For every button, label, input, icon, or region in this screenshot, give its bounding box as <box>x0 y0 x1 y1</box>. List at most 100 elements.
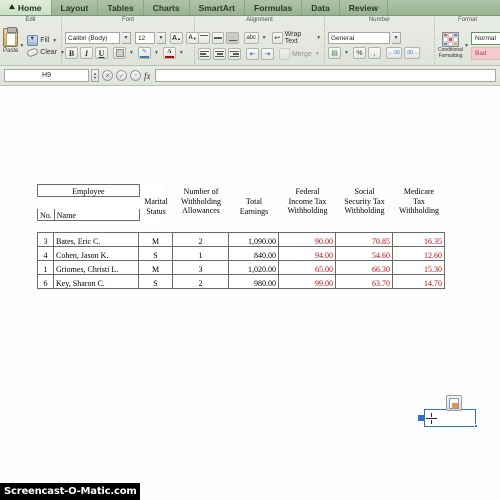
cell-federal[interactable]: 90.00 <box>278 232 336 247</box>
font-size-input[interactable]: 12 <box>135 32 155 44</box>
cell-no[interactable]: 6 <box>37 274 54 289</box>
name-box[interactable]: H9 <box>4 69 89 82</box>
cell-total[interactable]: 840.00 <box>228 246 279 261</box>
function-wizard-icon[interactable]: fx <box>144 71 151 81</box>
paste-button[interactable]: Paste <box>3 27 18 64</box>
cell-no[interactable]: 4 <box>37 246 54 261</box>
cell-marital[interactable]: S <box>138 274 173 289</box>
borders-button[interactable] <box>113 47 126 59</box>
cell-name[interactable]: Key, Sharon C. <box>53 274 139 289</box>
tab-layout[interactable]: Layout <box>52 0 99 15</box>
borders-dropdown-caret[interactable]: ▼ <box>129 50 134 56</box>
conditional-formatting-dropdown-caret[interactable]: ▼ <box>464 43 469 49</box>
tab-formulas[interactable]: Formulas <box>245 0 303 15</box>
cell-name[interactable]: Bates, Eric C. <box>53 232 139 247</box>
cell-no[interactable]: 3 <box>37 232 54 247</box>
font-name-input[interactable]: Calibri (Body) <box>65 32 120 44</box>
cell-total[interactable]: 1,020.00 <box>228 260 279 275</box>
cancel-icon: ✕ <box>104 72 111 80</box>
cell-medicare[interactable]: 14.70 <box>392 274 445 289</box>
cell-allowances[interactable]: 1 <box>172 246 229 261</box>
formula-input[interactable] <box>154 69 496 82</box>
cell-no[interactable]: 1 <box>37 260 54 275</box>
cell-marital[interactable]: S <box>138 246 173 261</box>
paste-options-button[interactable] <box>446 395 462 411</box>
currency-dropdown-caret[interactable]: ▼ <box>344 50 349 56</box>
font-color-button[interactable]: A <box>162 47 176 59</box>
paste-dropdown-caret[interactable]: ▼ <box>19 43 24 49</box>
wrap-text-button[interactable]: ↩ Wrap Text ▼ <box>271 31 321 45</box>
align-right-button[interactable] <box>228 48 241 60</box>
cell-medicare[interactable]: 15.30 <box>392 260 445 275</box>
cell-medicare[interactable]: 12.60 <box>392 246 445 261</box>
font-color-label: A <box>167 48 172 55</box>
cell-total[interactable]: 1,090.00 <box>228 232 279 247</box>
tab-tables[interactable]: Tables <box>98 0 144 15</box>
fill-handle[interactable] <box>474 424 478 428</box>
cell-social[interactable]: 70.85 <box>335 232 393 247</box>
increase-indent-button[interactable]: ⇥ <box>261 48 274 60</box>
align-bottom-button[interactable] <box>226 32 239 44</box>
cell-medicare[interactable]: 16.35 <box>392 232 445 247</box>
fill-dropdown-caret[interactable]: ▼ <box>52 38 57 44</box>
worksheet-area[interactable]: Employee No. Name Marital Status Number … <box>0 87 500 500</box>
cell-marital[interactable]: M <box>138 260 173 275</box>
cell-style-normal[interactable]: Normal <box>470 31 500 45</box>
cell-name[interactable]: Griomes, Christi L. <box>53 260 139 275</box>
comma-button[interactable]: , <box>367 47 381 59</box>
cell-total[interactable]: 980.00 <box>228 274 279 289</box>
font-color-dropdown-caret[interactable]: ▼ <box>179 50 184 56</box>
wrap-text-label: Wrap Text <box>284 31 302 45</box>
bold-button[interactable]: B <box>65 47 78 59</box>
cell-allowances[interactable]: 2 <box>172 232 229 247</box>
cell-allowances[interactable]: 2 <box>172 274 229 289</box>
decrease-decimal-button[interactable]: .00→ <box>403 47 420 59</box>
fill-color-dropdown-caret[interactable]: ▼ <box>154 50 159 56</box>
tab-smartart[interactable]: SmartArt <box>190 0 245 15</box>
align-center-button[interactable] <box>213 48 226 60</box>
cell-federal[interactable]: 94.00 <box>278 246 336 261</box>
underline-button[interactable]: U <box>95 47 108 59</box>
number-format-dropdown[interactable]: ▼ <box>392 32 401 44</box>
align-top-button[interactable] <box>198 32 211 44</box>
cell-social[interactable]: 63.70 <box>335 274 393 289</box>
cell-style-bad[interactable]: Bad <box>470 46 500 60</box>
formula-bar: H9 ▲ ▼ ✕ ✓ − fx <box>0 66 500 86</box>
wrap-text-dropdown-caret[interactable]: ▼ <box>316 35 321 41</box>
cell-marital[interactable]: M <box>138 232 173 247</box>
italic-button[interactable]: I <box>80 47 93 59</box>
formula-builder-button[interactable]: − <box>130 70 141 81</box>
increase-decimal-button[interactable]: ←.00 <box>385 47 402 59</box>
tab-charts[interactable]: Charts <box>144 0 190 15</box>
merge-button[interactable]: Merge ▼ <box>279 48 320 60</box>
cell-social[interactable]: 66.30 <box>335 260 393 275</box>
cell-allowances[interactable]: 3 <box>172 260 229 275</box>
decrease-indent-button[interactable]: ⇤ <box>246 48 259 60</box>
conditional-formatting-button[interactable]: Conditional Formatting <box>438 32 463 59</box>
cell-federal[interactable]: 65.00 <box>278 260 336 275</box>
cell-federal[interactable]: 99.00 <box>278 274 336 289</box>
percent-button[interactable]: % <box>352 47 366 59</box>
cancel-formula-button[interactable]: ✕ <box>102 70 113 81</box>
orientation-button[interactable]: abc <box>243 32 259 44</box>
font-name-dropdown[interactable]: ▼ <box>122 32 131 44</box>
grow-font-button[interactable]: A ▲ <box>170 32 183 44</box>
orientation-dropdown-caret[interactable]: ▼ <box>262 35 267 41</box>
name-box-spinner[interactable]: ▲ ▼ <box>91 69 99 82</box>
tab-review[interactable]: Review <box>340 0 388 15</box>
align-middle-button[interactable] <box>212 32 225 44</box>
fill-color-button[interactable]: ✎ <box>137 47 151 59</box>
number-format-select[interactable]: General <box>328 32 390 44</box>
merge-dropdown-caret[interactable]: ▼ <box>315 51 320 57</box>
table-header-row-group: Employee <box>37 184 164 197</box>
accept-formula-button[interactable]: ✓ <box>116 70 127 81</box>
tab-home[interactable]: ⛰ Home <box>0 0 52 15</box>
cell-social[interactable]: 54.60 <box>335 246 393 261</box>
clear-button[interactable]: Clear ▼ <box>26 47 65 58</box>
cell-name[interactable]: Cohen, Jason K. <box>53 246 139 261</box>
font-size-dropdown[interactable]: ▼ <box>157 32 166 44</box>
currency-button[interactable]: ▤ <box>328 47 341 59</box>
align-left-button[interactable] <box>198 48 211 60</box>
fill-button[interactable]: Fill ▼ <box>27 35 65 46</box>
tab-data[interactable]: Data <box>302 0 340 15</box>
